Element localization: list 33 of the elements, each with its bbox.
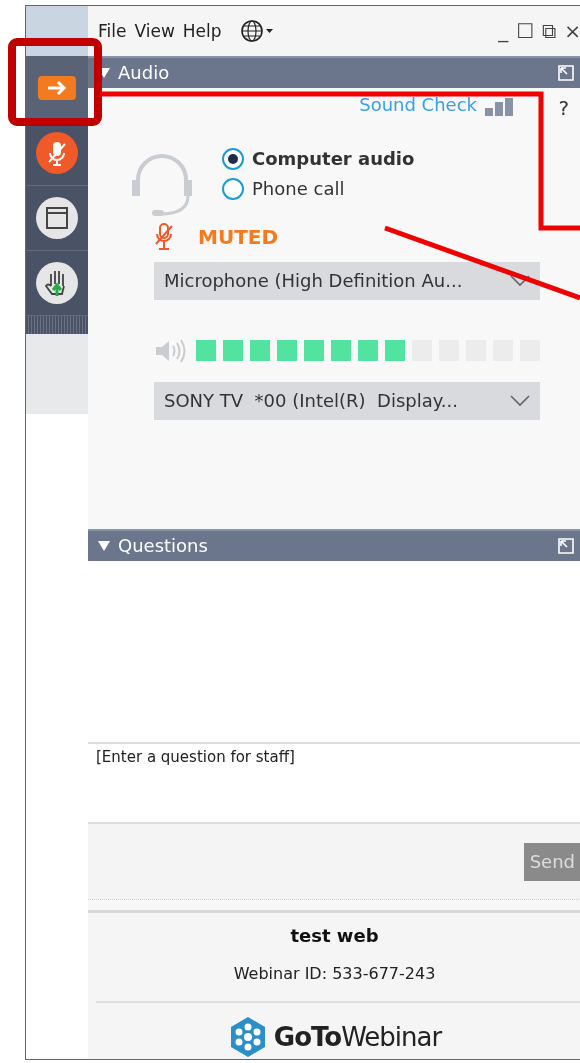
caret-icon xyxy=(98,540,110,551)
muted-microphone-icon xyxy=(36,132,78,174)
popout-icon[interactable] xyxy=(557,63,575,82)
panel-header[interactable]: Questions xyxy=(88,528,580,561)
window-icon xyxy=(36,197,78,239)
popout-icon[interactable] xyxy=(557,536,575,555)
resize-grip[interactable] xyxy=(26,316,88,334)
chevron-icon xyxy=(510,274,530,287)
microphone-select[interactable]: Microphone (High Definition Au... xyxy=(154,261,540,300)
raise-hand-icon xyxy=(36,262,78,304)
muted-status: MUTED xyxy=(198,224,279,249)
menu-item[interactable]: View xyxy=(134,20,175,41)
question-input[interactable]: [Enter a question for staff] xyxy=(88,742,580,825)
webinar-id: Webinar ID: 533-677-243 xyxy=(233,964,436,983)
speaker-icon xyxy=(154,337,186,364)
radio-option[interactable]: Computer audio xyxy=(222,147,580,170)
menu-item[interactable]: File xyxy=(98,20,127,41)
globe-dropdown-icon[interactable] xyxy=(239,18,274,43)
brand-logo: GoToWebinar xyxy=(273,1022,442,1052)
muted-microphone-icon xyxy=(154,221,174,252)
window-control[interactable]: × xyxy=(564,18,580,43)
window-control[interactable]: ☐ xyxy=(516,18,535,43)
window-control[interactable]: _ xyxy=(498,18,509,43)
webinar-title: test web xyxy=(290,925,379,946)
chevron-icon xyxy=(510,394,530,407)
sidebar-tab[interactable] xyxy=(26,56,88,121)
signal-bars-icon xyxy=(485,97,513,116)
speaker-select[interactable]: SONY TV *00 (Intel(R) Display... xyxy=(154,381,540,420)
window-control[interactable]: ⧉ xyxy=(542,18,557,43)
menu-item[interactable]: Help xyxy=(182,20,222,41)
radio-option[interactable]: Phone call xyxy=(222,177,580,200)
help-button[interactable]: ? xyxy=(558,95,569,120)
panel-header[interactable]: Audio xyxy=(88,55,580,88)
